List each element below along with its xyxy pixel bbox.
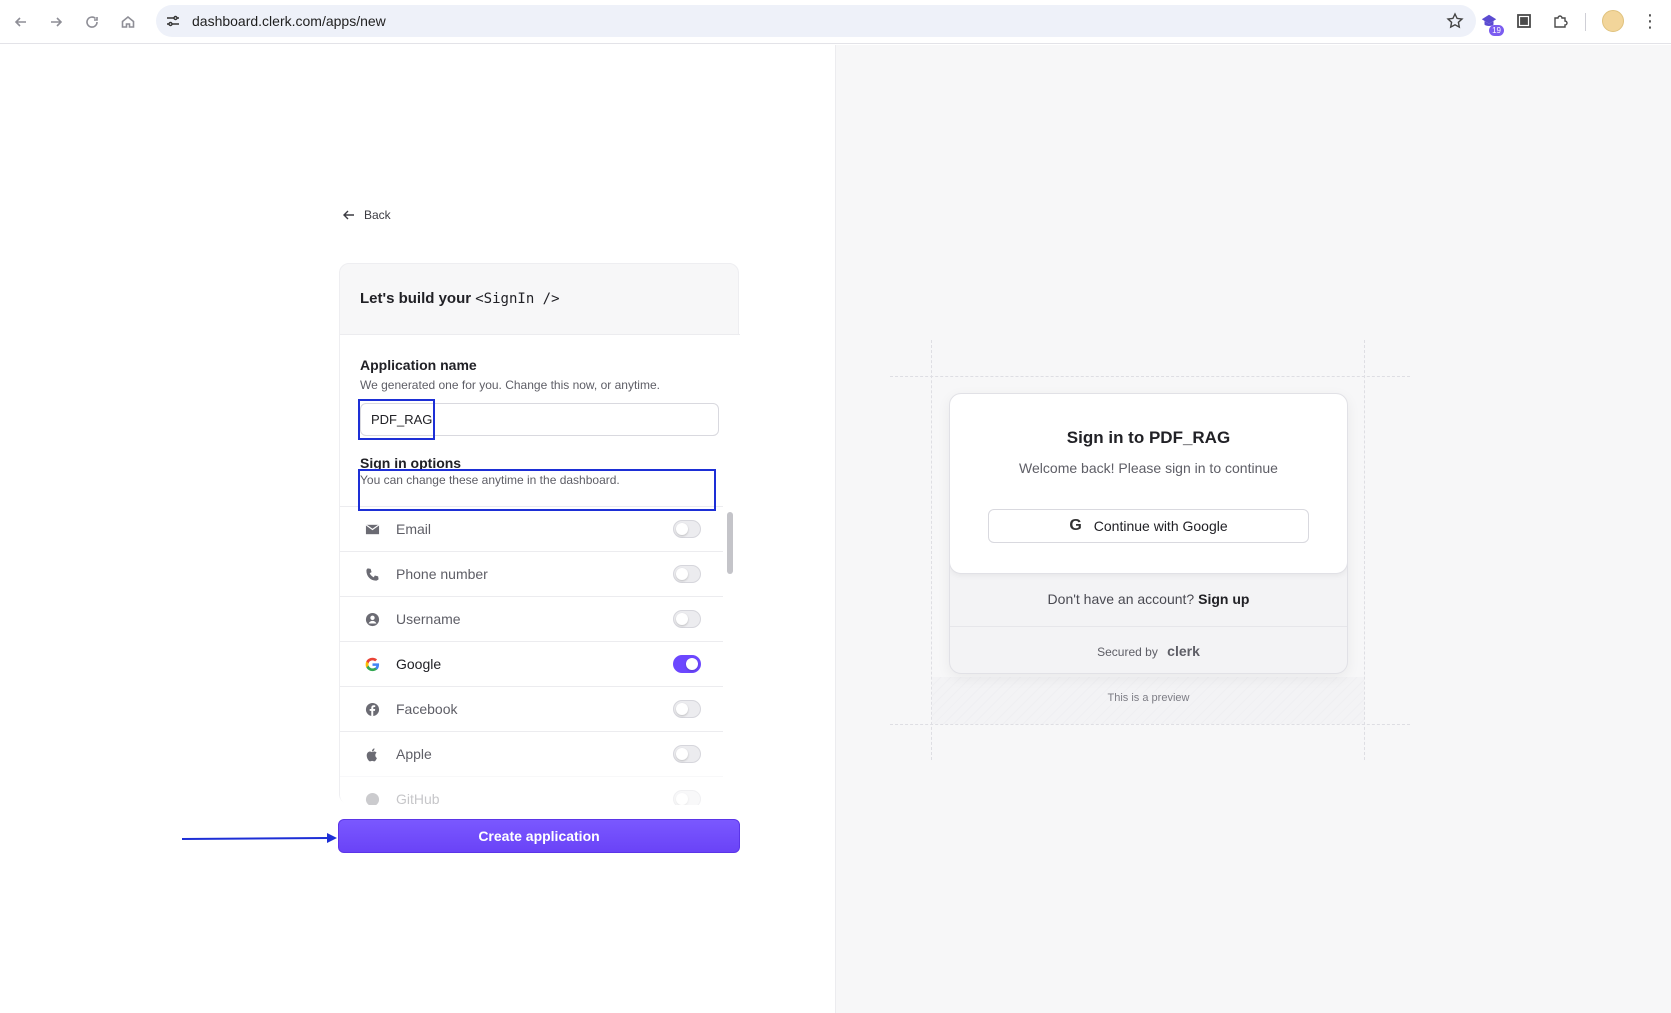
toggle-knob [676, 748, 688, 760]
create-app-card: Let's build your <SignIn /> Application … [339, 263, 740, 805]
back-arrow-icon[interactable] [8, 9, 34, 35]
toggle-knob [676, 523, 688, 535]
bookmark-star-icon[interactable] [1446, 12, 1464, 30]
phone-toggle[interactable] [673, 565, 701, 583]
app-name-highlight [358, 399, 435, 440]
signin-options-list: Email Phone number Username Google Faceb [340, 506, 723, 805]
username-toggle[interactable] [673, 610, 701, 628]
signup-prompt: Don't have an account? Sign up [950, 591, 1347, 607]
puzzle-extensions-icon[interactable] [1549, 10, 1571, 32]
browser-toolbar: dashboard.clerk.com/apps/new 19 ⋮ [0, 0, 1671, 44]
google-button-label: Continue with Google [1093, 518, 1228, 534]
signup-prompt-text: Don't have an account? [1047, 591, 1195, 607]
form-header-text: Let's build your [360, 290, 472, 307]
google-toggle[interactable] [673, 655, 701, 673]
scrollbar-thumb[interactable] [727, 512, 733, 574]
option-google[interactable]: Google [340, 641, 723, 686]
back-label: Back [364, 208, 391, 222]
option-username[interactable]: Username [340, 596, 723, 641]
back-link[interactable]: Back [342, 208, 391, 222]
google-icon: G [1069, 517, 1082, 534]
toggle-knob [676, 703, 688, 715]
toolbar-divider [1585, 13, 1586, 31]
option-facebook[interactable]: Facebook [340, 686, 723, 731]
guide-line [1364, 340, 1365, 760]
toggle-knob [686, 658, 698, 670]
continue-with-google-button[interactable]: G Continue with Google [988, 509, 1309, 543]
toggle-knob [676, 613, 688, 625]
extension-icon[interactable]: 19 [1478, 10, 1504, 36]
form-header-code: <SignIn /> [475, 291, 560, 307]
signin-preview-main: Sign in to PDF_RAG Welcome back! Please … [950, 394, 1347, 574]
guide-line [890, 376, 1410, 377]
option-label: Username [396, 611, 461, 627]
extension-badge: 19 [1489, 25, 1504, 36]
option-label: Phone number [396, 566, 488, 582]
option-github[interactable]: GitHub [340, 776, 723, 805]
create-application-button[interactable]: Create application [338, 819, 740, 853]
options-scrollbar[interactable] [725, 506, 735, 805]
forward-arrow-icon[interactable] [43, 9, 69, 35]
mail-icon [364, 521, 380, 537]
option-apple[interactable]: Apple [340, 731, 723, 776]
google-icon [364, 656, 380, 672]
toggle-knob [676, 568, 688, 580]
preview-subtitle: Welcome back! Please sign in to continue [1019, 460, 1278, 476]
preview-divider [950, 626, 1347, 627]
option-label: GitHub [396, 791, 440, 805]
create-application-label: Create application [478, 828, 600, 844]
github-icon [364, 791, 380, 805]
option-label: Google [396, 656, 442, 672]
toggle-knob [676, 793, 688, 805]
profile-avatar[interactable] [1602, 10, 1624, 32]
url-text[interactable]: dashboard.clerk.com/apps/new [192, 13, 386, 29]
phone-icon [364, 566, 380, 582]
preview-title: Sign in to PDF_RAG [1066, 428, 1231, 447]
form-body: Application name We generated one for yo… [340, 334, 740, 805]
site-settings-icon[interactable] [165, 13, 181, 29]
email-toggle[interactable] [673, 520, 701, 538]
form-header: Let's build your <SignIn /> [360, 290, 560, 307]
apple-icon [364, 746, 380, 762]
option-email[interactable]: Email [340, 506, 723, 551]
github-toggle[interactable] [673, 790, 701, 805]
signin-preview-card: Sign in to PDF_RAG Welcome back! Please … [949, 393, 1348, 674]
more-menu-icon[interactable]: ⋮ [1640, 11, 1660, 31]
clerk-logo: clerk [1167, 643, 1200, 659]
sidebar-panel-icon[interactable] [1513, 10, 1535, 32]
annotation-arrow [182, 833, 337, 843]
facebook-toggle[interactable] [673, 700, 701, 718]
guide-line [890, 724, 1410, 725]
app-name-label: Application name [360, 357, 477, 373]
secured-by-footer: Secured by clerk [950, 643, 1347, 659]
option-label: Apple [396, 746, 432, 762]
secured-by-text: Secured by [1097, 645, 1158, 659]
reload-icon[interactable] [79, 9, 105, 35]
signup-link[interactable]: Sign up [1198, 591, 1249, 607]
google-option-highlight [358, 469, 716, 511]
home-icon[interactable] [115, 9, 141, 35]
address-bar[interactable]: dashboard.clerk.com/apps/new [156, 5, 1476, 37]
app-name-help: We generated one for you. Change this no… [360, 378, 660, 392]
user-circle-icon [364, 611, 380, 627]
preview-note: This is a preview [1107, 692, 1190, 704]
apple-toggle[interactable] [673, 745, 701, 763]
option-label: Email [396, 521, 432, 537]
option-label: Facebook [396, 701, 458, 717]
facebook-icon [364, 701, 380, 717]
option-phone[interactable]: Phone number [340, 551, 723, 596]
back-arrow-icon [343, 210, 354, 220]
